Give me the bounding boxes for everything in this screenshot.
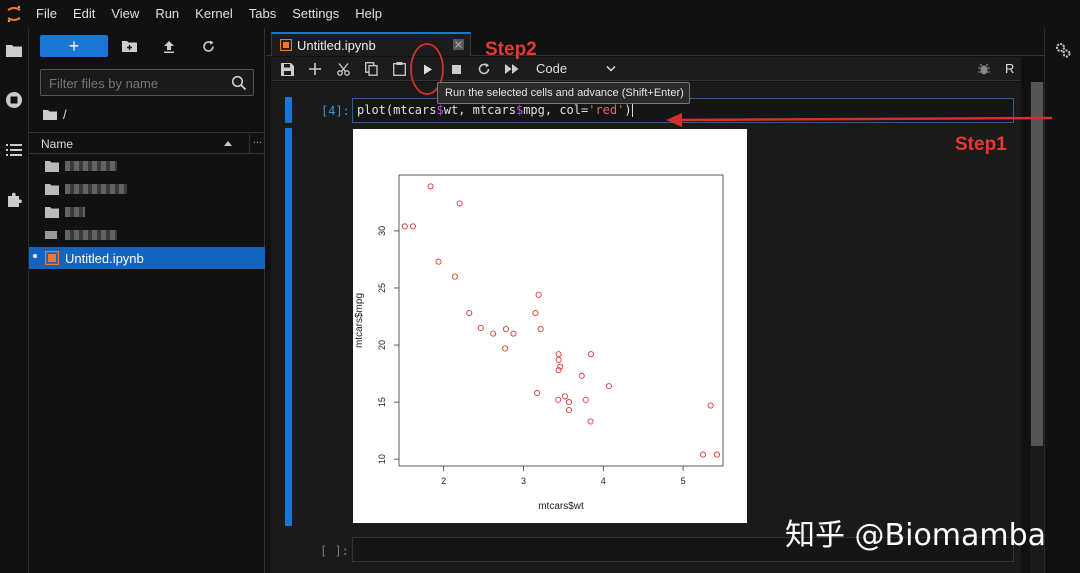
step1-arrowhead bbox=[666, 113, 682, 127]
run-button-tooltip: Run the selected cells and advance (Shif… bbox=[437, 82, 690, 104]
jupyterlab-window: File Edit View Run Kernel Tabs Settings … bbox=[0, 0, 1080, 573]
step1-arrow-line bbox=[674, 116, 1053, 122]
